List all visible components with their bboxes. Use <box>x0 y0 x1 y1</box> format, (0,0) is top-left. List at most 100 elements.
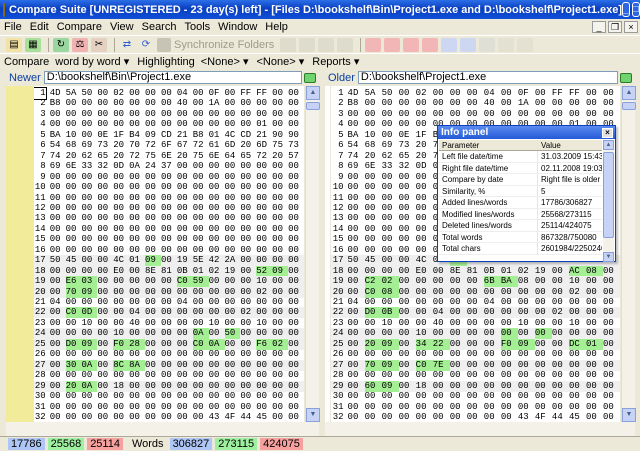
print-icon[interactable] <box>517 37 534 52</box>
synchronize-folders-button[interactable]: Synchronize Folders <box>157 37 274 52</box>
menu-compare[interactable]: Compare <box>57 21 102 33</box>
settings-icon[interactable] <box>479 37 496 52</box>
hex-byte: 0A <box>208 338 225 350</box>
info-panel-header[interactable]: Info panel × <box>438 126 615 139</box>
info-row[interactable]: Right file date/time02.11.2008 19:03:3 <box>439 162 602 174</box>
file-icon[interactable] <box>498 37 515 52</box>
maximize-button[interactable]: □ <box>631 2 640 17</box>
hex-byte: 00 <box>256 182 268 193</box>
minimize-button[interactable]: _ <box>622 2 630 17</box>
mdi-minimize-button[interactable]: _ <box>592 21 606 33</box>
refresh-icon[interactable]: ↻ <box>53 37 69 52</box>
pane-splitter[interactable] <box>320 70 324 426</box>
hex-byte: 00 <box>466 380 478 391</box>
scroll-thumb[interactable] <box>622 102 636 110</box>
words-added: 306827 <box>169 438 213 450</box>
scroll-down-arrow[interactable]: ▼ <box>603 252 614 262</box>
info-row[interactable]: Added lines/words 17786/306827 <box>439 197 602 209</box>
menu-tools[interactable]: Tools <box>184 21 210 33</box>
right-path-field[interactable]: D:\bookshelf\Project1.exe <box>357 71 618 84</box>
hex-byte: 00 <box>347 234 359 245</box>
hex-byte: 22 <box>432 338 450 350</box>
hex-byte: 00 <box>176 359 188 370</box>
menu-help[interactable]: Help <box>265 21 288 33</box>
hex-byte: 00 <box>381 234 393 245</box>
hex-byte: 00 <box>81 244 93 255</box>
hex-byte: 6E <box>160 150 172 161</box>
report-text-icon[interactable] <box>422 37 439 52</box>
col-value[interactable]: Value <box>538 140 602 150</box>
hex-byte: 04 <box>49 297 61 307</box>
compare-mode-value: word by word <box>55 56 121 68</box>
mdi-close-button[interactable]: × <box>624 21 638 33</box>
info-panel-close-button[interactable]: × <box>602 127 613 138</box>
hex-byte: 75 <box>145 150 156 161</box>
left-scrollbar[interactable]: ▲ ▼ <box>305 86 320 422</box>
report-red-icon[interactable] <box>365 37 382 52</box>
hex-byte: 00 <box>145 391 156 402</box>
hex-byte: 00 <box>466 338 478 349</box>
info-row[interactable]: Total chars 2601984/2250240 <box>439 243 602 255</box>
right-navigate-icon[interactable] <box>620 72 632 83</box>
scroll-up-arrow[interactable]: ▲ <box>306 86 320 100</box>
highlight-a-dropdown[interactable]: <None> ▾ <box>201 55 249 68</box>
tools-icon[interactable]: ✂ <box>91 37 107 52</box>
menu-edit[interactable]: Edit <box>30 21 49 33</box>
scroll-down-arrow[interactable]: ▼ <box>306 408 320 422</box>
info-row[interactable]: Left file date/time31.03.2009 15:43:5 <box>439 151 602 163</box>
hex-byte: 00 <box>208 359 220 370</box>
report-html-icon[interactable] <box>403 37 420 52</box>
hex-byte: 00 <box>240 98 252 109</box>
scroll-thumb[interactable] <box>306 102 320 110</box>
text-view-icon[interactable] <box>460 37 477 52</box>
reports-dropdown[interactable]: Reports ▾ <box>312 55 359 68</box>
hex-byte: 00 <box>603 401 614 412</box>
left-path-field[interactable]: D:\bookshelf\Bin\Project1.exe <box>43 71 302 84</box>
menu-file[interactable]: File <box>4 21 22 33</box>
scroll-down-arrow[interactable]: ▼ <box>622 408 636 422</box>
hex-byte: 10 <box>208 317 220 328</box>
highlight-b-dropdown[interactable]: <None> ▾ <box>257 55 305 68</box>
hex-byte: 32 <box>398 161 410 172</box>
hex-row: 27 00 30 0A 00 8C 8A 00 00 00 00 00 00 00 00 00 00 <box>34 359 304 371</box>
swap-icon[interactable]: ⇄ <box>119 38 135 52</box>
hex-byte: 7E <box>432 359 450 371</box>
info-row[interactable]: Deleted lines/words 25114/424075 <box>439 220 602 232</box>
col-parameter[interactable]: Parameter <box>439 140 538 150</box>
hex-byte: 00 <box>603 88 614 98</box>
delete-icon[interactable] <box>318 37 335 52</box>
compare-mode-dropdown[interactable]: word by word ▾ <box>55 55 129 68</box>
hex-byte: 00 <box>585 98 597 109</box>
hex-byte: 00 <box>49 276 61 287</box>
scroll-up-arrow[interactable]: ▲ <box>603 140 614 150</box>
hex-byte: 00 <box>97 338 109 349</box>
hex-byte: 00 <box>129 391 140 402</box>
binary-view-icon[interactable] <box>441 37 458 52</box>
copy-right-icon[interactable] <box>299 37 316 52</box>
info-scrollbar[interactable]: ▲ ▼ <box>603 140 614 262</box>
left-hex-view[interactable]: 1 4D 5A 50 00 02 00 00 00 04 00 0F 00 FF FF 00 00 2 B8 00 00… <box>34 86 304 422</box>
hex-byte: 00 <box>272 255 283 266</box>
menu-view[interactable]: View <box>110 21 134 33</box>
info-row[interactable]: Compare by date Right file is older <box>439 174 602 186</box>
open-file-icon[interactable]: ▤ <box>6 37 22 52</box>
copy-left-icon[interactable] <box>280 37 297 52</box>
open-folder-icon[interactable]: ▦ <box>25 37 41 52</box>
menu-search[interactable]: Search <box>142 21 177 33</box>
report-diff-icon[interactable] <box>384 37 401 52</box>
rename-icon[interactable] <box>337 37 354 52</box>
mdi-restore-button[interactable]: ❐ <box>608 21 622 33</box>
scroll-up-arrow[interactable]: ▲ <box>622 86 636 100</box>
sync-arrows-icon[interactable]: ⟳ <box>138 38 154 52</box>
info-row[interactable]: Total words 867328/750080 <box>439 231 602 243</box>
info-row[interactable]: Modified lines/words 25568/273115 <box>439 208 602 220</box>
right-scrollbar[interactable]: ▲ ▼ <box>621 86 636 422</box>
info-row[interactable]: Similarity, % 5 <box>439 185 602 197</box>
left-navigate-icon[interactable] <box>304 72 316 83</box>
compare-icon[interactable]: ⚖ <box>72 37 88 52</box>
scroll-thumb[interactable] <box>603 152 614 238</box>
hex-byte: 8C <box>113 359 130 371</box>
menu-window[interactable]: Window <box>218 21 257 33</box>
hex-byte: 00 <box>466 359 478 370</box>
hex-byte: 00 <box>160 202 172 213</box>
